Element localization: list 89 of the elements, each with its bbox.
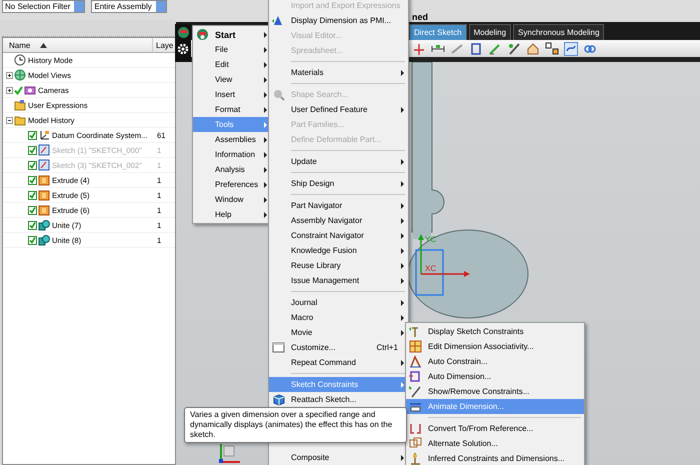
dropdown-field[interactable]: Entire Assembly bbox=[91, 0, 167, 13]
check-icon bbox=[29, 146, 36, 154]
submenu-arrow-icon bbox=[401, 218, 404, 224]
menu-item[interactable]: Part Navigator bbox=[269, 198, 408, 213]
y-axis-arrow bbox=[418, 234, 424, 274]
extrude-icon bbox=[38, 174, 50, 186]
settings-icon[interactable] bbox=[177, 43, 189, 55]
menu-item[interactable]: Constraint Navigator bbox=[269, 228, 408, 243]
submenu-arrow-icon bbox=[401, 70, 404, 76]
sketch-icon[interactable] bbox=[564, 42, 578, 56]
sketch-icon bbox=[38, 144, 50, 156]
submenu-arrow-icon bbox=[401, 158, 404, 164]
menu-item[interactable]: Update bbox=[269, 154, 408, 169]
submenu-arrow-icon bbox=[401, 248, 404, 254]
x-axis-arrow bbox=[421, 271, 470, 277]
menu-item[interactable]: Convert To/From Reference... bbox=[406, 421, 584, 436]
menu-item[interactable]: Reattach Sketch... bbox=[269, 392, 408, 407]
check-icon bbox=[29, 132, 36, 138]
sort-icon bbox=[40, 42, 48, 48]
search-icon bbox=[272, 88, 285, 101]
check-icon bbox=[29, 162, 36, 168]
window-icon bbox=[272, 341, 285, 354]
checkbox[interactable] bbox=[28, 236, 37, 244]
coordinate-system-icon bbox=[38, 129, 50, 141]
menu-item[interactable]: Knowledge Fusion bbox=[269, 243, 408, 258]
ribbon-tab[interactable]: Modeling bbox=[468, 24, 512, 40]
menu-item[interactable]: Assembly Navigator bbox=[269, 213, 408, 228]
check-icon bbox=[29, 222, 36, 228]
check-icon bbox=[29, 176, 36, 184]
ribbon-tab[interactable]: Synchronous Modeling bbox=[513, 24, 604, 40]
submenu-arrow-icon bbox=[401, 262, 404, 268]
submenu-arrow-icon bbox=[401, 180, 404, 186]
submenu-arrow-icon bbox=[401, 106, 404, 112]
menu-item[interactable]: Inferred Constraints and Dimensions... bbox=[406, 451, 584, 465]
menu-item[interactable]: Ship Design bbox=[269, 176, 408, 191]
submenu-arrow-icon bbox=[401, 232, 404, 238]
expand-toggle[interactable] bbox=[6, 72, 13, 78]
menu-item[interactable]: Reuse Library bbox=[269, 258, 408, 273]
menu-item[interactable]: Auto Constrain... bbox=[406, 354, 584, 369]
menu-item[interactable]: Display Sketch Constraints bbox=[406, 324, 584, 339]
view-triad-drawing bbox=[219, 444, 240, 463]
app-logo-icon[interactable] bbox=[176, 26, 190, 39]
extrude-icon bbox=[38, 189, 50, 201]
unite-icon bbox=[38, 219, 50, 231]
unite-icon bbox=[38, 234, 50, 246]
cube-icon bbox=[272, 393, 285, 406]
menu-item[interactable]: Customize... Ctrl+1 bbox=[269, 340, 408, 355]
checkbox[interactable] bbox=[28, 130, 37, 140]
column-title: Name bbox=[9, 40, 30, 50]
clock-icon bbox=[14, 54, 26, 66]
submenu-arrow-icon bbox=[401, 202, 404, 208]
checkbox[interactable] bbox=[28, 190, 37, 200]
dropdown-button[interactable] bbox=[156, 1, 166, 12]
dropdown-field[interactable]: No Selection Filter bbox=[2, 0, 86, 13]
menu-item[interactable]: Alternate Solution... bbox=[406, 436, 584, 451]
menu-item[interactable]: Issue Management bbox=[269, 273, 408, 288]
check-icon bbox=[29, 206, 36, 214]
app-logo-icon bbox=[196, 28, 209, 41]
globe-icon bbox=[14, 69, 26, 81]
folder-icon bbox=[14, 114, 26, 126]
check-icon bbox=[29, 192, 36, 198]
submenu-arrow-icon bbox=[401, 278, 404, 284]
line-icon[interactable] bbox=[412, 42, 426, 56]
dropdown-value: Entire Assembly bbox=[94, 2, 152, 11]
column-header[interactable]: Name bbox=[3, 38, 153, 52]
submenu-arrow-icon bbox=[401, 300, 404, 306]
camera-icon bbox=[24, 84, 36, 96]
expand-toggle[interactable] bbox=[6, 86, 13, 94]
dropdown-value: No Selection Filter bbox=[5, 2, 70, 11]
menu-item[interactable]: Show/Remove Constraints... bbox=[406, 384, 584, 399]
check-icon bbox=[29, 236, 36, 244]
checkbox[interactable] bbox=[28, 206, 37, 214]
axis-label: YC bbox=[425, 235, 436, 244]
sketch-icon bbox=[38, 159, 50, 171]
menu-item[interactable]: Materials bbox=[269, 65, 408, 80]
menu-item[interactable]: Auto Dimension... bbox=[406, 369, 584, 384]
menu-item[interactable]: Journal bbox=[269, 295, 408, 310]
tooltip: Varies a given dimension over a specified range and dynamically displays (animates) the effect this has on the sketch. bbox=[184, 407, 407, 443]
menu-item[interactable]: User Defined Feature bbox=[269, 102, 408, 117]
checkbox[interactable] bbox=[28, 176, 37, 184]
folder-icon bbox=[14, 99, 26, 111]
selection-box bbox=[415, 249, 444, 296]
shortcut-label: Ctrl+1 bbox=[376, 343, 398, 352]
axis-label: XC bbox=[425, 264, 436, 273]
expand-toggle[interactable] bbox=[6, 116, 13, 124]
extrude-icon bbox=[38, 204, 50, 216]
column-header[interactable]: Laye bbox=[153, 40, 174, 50]
checkbox[interactable] bbox=[28, 220, 37, 230]
menu-item[interactable]: Edit Dimension Associativity... bbox=[406, 339, 584, 354]
